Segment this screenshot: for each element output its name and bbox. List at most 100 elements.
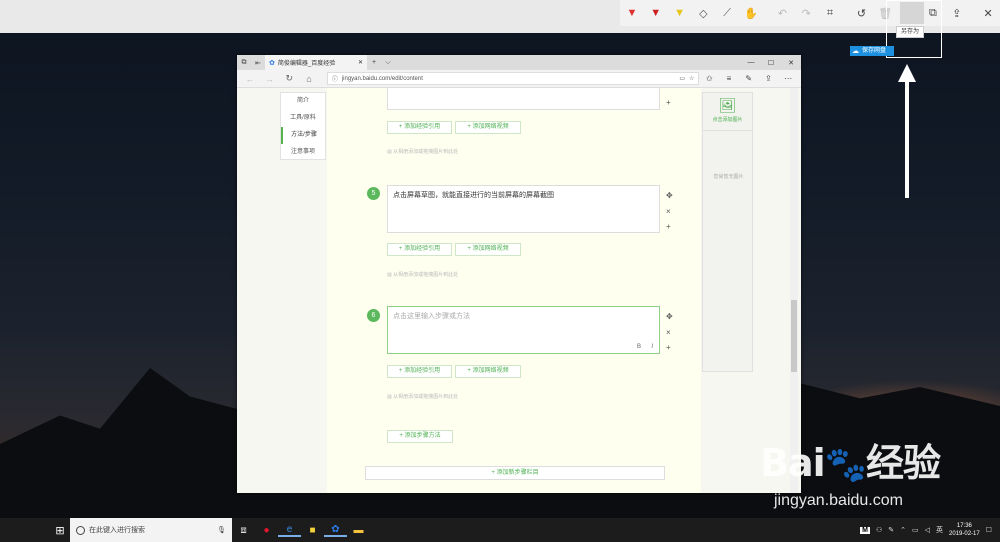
step-editor: + + 添加经验引用 + 添加网络视频 ▨ 从相册添加或拖拽图片到此处 5 点击…	[327, 88, 701, 493]
volume-icon[interactable]: ◁	[925, 526, 930, 534]
no-image-label: 您尚暂无图片	[713, 174, 744, 180]
favorites-icon[interactable]: ✩	[699, 74, 719, 83]
eraser-icon[interactable]: ◇	[691, 0, 715, 26]
sketch-toolbar: ▼▼▼◇⟋✋↶↷⌗↺🗑▣⧉⇪✕	[620, 0, 1000, 26]
baidu-jingyan-watermark: Bai🐾经验 jingyan.baidu.com	[760, 432, 990, 522]
move-icon[interactable]: ✥	[666, 312, 673, 321]
weibo-icon[interactable]: ●	[255, 525, 278, 536]
new-tab-button[interactable]: +	[367, 59, 381, 66]
tab-active[interactable]: ✿ 简俊编辑器_百度经验 ✕	[265, 55, 367, 70]
sticky-notes-icon[interactable]: ■	[301, 525, 324, 536]
ballpoint-pen-icon[interactable]: ▼	[620, 0, 644, 26]
browser-window: ⧉ ⇤ ✿ 简俊编辑器_百度经验 ✕ + ⌵ — ☐ ✕ ← → ↻ ⌂ ⓘ j…	[237, 55, 801, 493]
tray-m-icon[interactable]: M	[860, 526, 870, 534]
upload-hint-text: 从相册添加或拖拽图片到此处	[393, 272, 459, 278]
nav-item-tools[interactable]: 工具/原料	[281, 110, 325, 127]
add-reference-button[interactable]: + 添加经验引用	[387, 121, 452, 134]
refresh-icon[interactable]: ↻	[279, 73, 299, 84]
baidu-app-icon[interactable]: ✿	[324, 524, 347, 537]
more-menu-icon[interactable]: ⋯	[778, 74, 798, 83]
minimize-button[interactable]: —	[741, 59, 761, 67]
url-text: jingyan.baidu.com/edit/content	[341, 75, 423, 82]
add-video-button[interactable]: + 添加网络视频	[455, 121, 521, 134]
forward-arrow-icon[interactable]: →	[260, 74, 280, 84]
upload-hint: ▨ 从相册添加或拖拽图片到此处	[387, 393, 458, 400]
tab-menu-icon[interactable]: ⌵	[381, 59, 395, 67]
web-note-icon[interactable]: ✎	[739, 74, 759, 83]
cloud-button-label: 保存网盘	[862, 48, 887, 54]
ime-indicator[interactable]: 英	[936, 525, 943, 535]
share-page-icon[interactable]: ⇪	[759, 74, 779, 83]
back-tabs-icon[interactable]: ⇤	[251, 59, 265, 67]
move-icon[interactable]: ✥	[666, 191, 673, 200]
upload-hint: ▨ 从相册添加或拖拽图片到此处	[387, 271, 458, 278]
upload-label: 点击添加图片	[712, 117, 743, 123]
pencil-icon[interactable]: ▼	[644, 0, 668, 26]
touch-writing-icon[interactable]: ✋	[739, 0, 763, 26]
italic-button[interactable]: I	[651, 344, 653, 350]
tab-close-icon[interactable]: ✕	[358, 59, 363, 66]
add-step-icon[interactable]: +	[666, 98, 671, 107]
windows-start-icon[interactable]: ⊞	[50, 524, 70, 537]
taskbar-search[interactable]: 在此键入进行搜索 🎙	[70, 518, 232, 542]
reading-list-icon[interactable]: ≡	[719, 74, 739, 83]
file-explorer-icon[interactable]: ▬	[347, 525, 370, 536]
baidu-logo: Bai🐾经验	[760, 432, 990, 487]
delete-step-icon[interactable]: ×	[666, 207, 671, 216]
step-4-textbox[interactable]	[387, 88, 660, 110]
highlighter-icon[interactable]: ▼	[668, 0, 692, 26]
watermark-url: jingyan.baidu.com	[774, 492, 903, 509]
step-number-6: 6	[367, 309, 380, 322]
cortana-icon	[76, 525, 85, 535]
ruler-icon[interactable]: ⟋	[715, 0, 739, 26]
nav-item-intro[interactable]: 简介	[281, 93, 325, 110]
add-reference-button[interactable]: + 添加经验引用	[387, 243, 452, 256]
task-view-icon[interactable]: ⧈	[232, 525, 255, 536]
add-step-icon[interactable]: +	[666, 343, 671, 352]
nav-item-steps[interactable]: 方法/步骤	[281, 127, 325, 144]
step-6-textbox[interactable]: 点击这里输入步骤或方法 B I	[387, 306, 660, 354]
bold-button[interactable]: B	[637, 344, 641, 350]
tray-overflow-icon[interactable]: ⌃	[900, 526, 906, 534]
image-upload-area[interactable]: 🖼 点击添加图片	[703, 93, 752, 131]
maximize-button[interactable]: ☐	[761, 59, 781, 67]
close-window-button[interactable]: ✕	[781, 59, 801, 67]
add-new-section-button[interactable]: + 添加新步骤栏目	[365, 466, 665, 480]
crop-icon[interactable]: ⌗	[818, 0, 842, 26]
favorite-star-icon[interactable]: ☆	[689, 75, 694, 82]
address-bar: ← → ↻ ⌂ ⓘ jingyan.baidu.com/edit/content…	[237, 70, 801, 88]
undo-icon[interactable]: ↶	[771, 0, 795, 26]
close-icon[interactable]: ✕	[976, 0, 1000, 26]
search-placeholder: 在此键入进行搜索	[89, 527, 145, 534]
system-tray: M ⚇ ✎ ⌃ ▭ ◁ 英 17:36 2019-02-17 ☐	[860, 522, 1000, 538]
save-to-cloud-button[interactable]: ☁ 保存网盘	[850, 46, 894, 56]
tab-bar: ⧉ ⇤ ✿ 简俊编辑器_百度经验 ✕ + ⌵ — ☐ ✕	[237, 55, 801, 70]
add-step-icon[interactable]: +	[666, 222, 671, 231]
edge-icon[interactable]: e	[278, 524, 301, 537]
pen-workspace-icon[interactable]: ✎	[888, 526, 894, 534]
add-reference-button[interactable]: + 添加经验引用	[387, 365, 452, 378]
share-icon[interactable]: ⇪	[945, 0, 969, 26]
add-video-button[interactable]: + 添加网络视频	[455, 243, 521, 256]
delete-step-icon[interactable]: ×	[666, 328, 671, 337]
taskbar-clock[interactable]: 17:36 2019-02-17	[949, 522, 980, 538]
tab-title: 简俊编辑器_百度经验	[277, 61, 336, 67]
home-icon[interactable]: ⌂	[299, 74, 319, 84]
microphone-icon[interactable]: 🎙	[217, 526, 226, 534]
back-arrow-icon[interactable]: ←	[240, 74, 260, 84]
notification-icon[interactable]: ☐	[986, 526, 992, 534]
redo-icon[interactable]: ↷	[794, 0, 818, 26]
annotation-arrow-line	[905, 80, 909, 198]
scroll-thumb[interactable]	[791, 300, 797, 372]
add-step-method-button[interactable]: + 添加步骤方法	[387, 430, 453, 443]
network-icon[interactable]: ▭	[912, 526, 919, 534]
reading-view-icon[interactable]: ▭	[679, 75, 685, 82]
nav-item-notes[interactable]: 注意事项	[281, 144, 325, 161]
tab-preview-icon[interactable]: ⧉	[237, 59, 251, 67]
people-icon[interactable]: ⚇	[876, 526, 882, 534]
add-video-button[interactable]: + 添加网络视频	[455, 365, 521, 378]
step-number-5: 5	[367, 187, 380, 200]
step-5-textbox[interactable]: 点击屏幕草图，就能直接进行的当前屏幕的屏幕截图	[387, 185, 660, 233]
url-field[interactable]: ⓘ jingyan.baidu.com/edit/content ▭ ☆	[326, 72, 700, 85]
history-icon[interactable]: ↺	[850, 0, 874, 26]
